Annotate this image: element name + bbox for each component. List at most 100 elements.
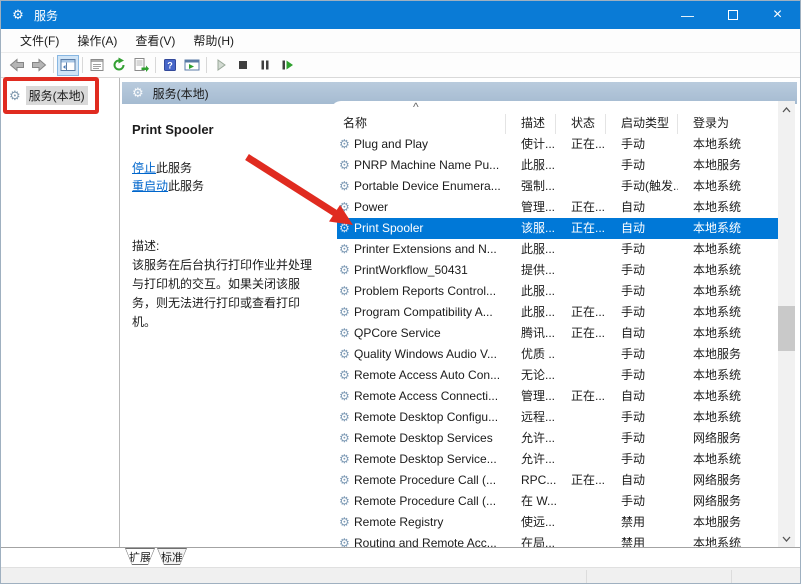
results-pane: ⚙ 服务(本地) Print Spooler 停止此服务 重启动此服务 描述: … (120, 78, 800, 547)
column-header-logon-as[interactable]: 登录为 (678, 114, 778, 134)
maximize-button[interactable] (710, 1, 755, 29)
tab-extended[interactable]: 扩展 (125, 548, 155, 565)
table-row[interactable]: ⚙Program Compatibility A... 此服... 正在... … (337, 302, 778, 323)
service-status: 正在... (556, 302, 606, 323)
minimize-button[interactable]: — (665, 1, 710, 29)
table-row[interactable]: ⚙Routing and Remote Acc... 在局... 禁用 本地系统 (337, 533, 778, 547)
service-logon-as: 网络服务 (678, 428, 778, 449)
table-row[interactable]: ⚙Remote Desktop Service... 允许... 手动 本地系统 (337, 449, 778, 470)
service-table-body: ⚙Plug and Play 使计... 正在... 手动 本地系统 ⚙PNRP… (331, 134, 778, 547)
service-name: Print Spooler (354, 218, 423, 239)
service-startup-type: 手动 (606, 239, 678, 260)
menu-action[interactable]: 操作(A) (68, 29, 126, 53)
table-row[interactable]: ⚙Print Spooler 该服... 正在... 自动 本地系统 (337, 218, 778, 239)
table-row[interactable]: ⚙PrintWorkflow_50431 提供... 手动 本地系统 (337, 260, 778, 281)
toolbar-start-service-button[interactable] (210, 55, 232, 76)
toolbar-forward-button[interactable] (28, 55, 50, 76)
service-description: 提供... (506, 260, 556, 281)
service-startup-type: 禁用 (606, 533, 678, 547)
toolbar-pause-service-button[interactable] (254, 55, 276, 76)
menu-view[interactable]: 查看(V) (126, 29, 184, 53)
service-logon-as: 本地系统 (678, 239, 778, 260)
service-logon-as: 本地系统 (678, 197, 778, 218)
table-row[interactable]: ⚙Remote Access Connecti... 管理... 正在... 自… (337, 386, 778, 407)
table-row[interactable]: ⚙Remote Desktop Services 允许... 手动 网络服务 (337, 428, 778, 449)
scroll-up-button[interactable] (778, 101, 795, 118)
service-name: Remote Registry (354, 512, 443, 533)
window-title: 服务 (34, 7, 58, 24)
view-tabs: 扩展 标准 (1, 547, 800, 564)
table-row[interactable]: ⚙Remote Procedure Call (... 在 W... 手动 网络… (337, 491, 778, 512)
column-header-startup-type[interactable]: 启动类型 (606, 114, 678, 134)
stop-service-suffix: 此服务 (156, 161, 192, 175)
close-button[interactable]: × (755, 1, 800, 29)
toolbar-properties-button[interactable] (86, 55, 108, 76)
service-name: PNRP Machine Name Pu... (354, 155, 499, 176)
table-row[interactable]: ⚙Quality Windows Audio V... 优质 ... 手动 本地… (337, 344, 778, 365)
menu-file[interactable]: 文件(F) (11, 29, 68, 53)
table-row[interactable]: ⚙Portable Device Enumera... 强制... 手动(触发.… (337, 176, 778, 197)
table-row[interactable]: ⚙Plug and Play 使计... 正在... 手动 本地系统 (337, 134, 778, 155)
status-bar (1, 567, 800, 584)
restart-service-link[interactable]: 重启动 (132, 179, 168, 193)
service-name: Problem Reports Control... (354, 281, 496, 302)
toolbar-export-list-button[interactable] (130, 55, 152, 76)
toolbar-show-extended-view-button[interactable] (181, 55, 203, 76)
table-row[interactable]: ⚙Remote Desktop Configu... 远程... 手动 本地系统 (337, 407, 778, 428)
svg-text:?: ? (167, 61, 173, 71)
table-row[interactable]: ⚙Remote Access Auto Con... 无论... 手动 本地系统 (337, 365, 778, 386)
description-text: 该服务在后台执行打印作业并处理与打印机的交互。如果关闭该服务，则无法进行打印或查… (132, 256, 314, 332)
service-logon-as: 本地系统 (678, 533, 778, 547)
service-logon-as: 本地系统 (678, 218, 778, 239)
table-row[interactable]: ⚙Printer Extensions and N... 此服... 手动 本地… (337, 239, 778, 260)
service-gear-icon: ⚙ (339, 365, 354, 386)
table-row[interactable]: ⚙QPCore Service 腾讯... 正在... 自动 本地系统 (337, 323, 778, 344)
table-row[interactable]: ⚙Remote Procedure Call (... RPC... 正在...… (337, 470, 778, 491)
service-name: PrintWorkflow_50431 (354, 260, 468, 281)
service-description: 强制... (506, 176, 556, 197)
service-gear-icon: ⚙ (339, 281, 354, 302)
column-header-name[interactable]: 名称 (331, 114, 506, 134)
tree-item-services-local[interactable]: ⚙ 服务(本地) (1, 84, 119, 107)
service-name: Remote Desktop Configu... (354, 407, 498, 428)
service-gear-icon: ⚙ (339, 449, 354, 470)
service-logon-as: 本地系统 (678, 449, 778, 470)
table-row[interactable]: ⚙Problem Reports Control... 此服... 手动 本地系… (337, 281, 778, 302)
table-header: ^ 名称 描述 状态 启动类型 登录为 (331, 101, 778, 134)
toolbar-restart-service-button[interactable] (276, 55, 298, 76)
scroll-down-button[interactable] (778, 530, 795, 547)
status-bar-divider (586, 570, 587, 584)
service-status (556, 449, 606, 470)
toolbar-show-console-tree-button[interactable] (57, 55, 79, 76)
restart-service-line: 重启动此服务 (132, 177, 318, 195)
services-window: ⚙ 服务 — × 文件(F) 操作(A) 查看(V) 帮助(H) (0, 0, 801, 584)
service-gear-icon: ⚙ (339, 407, 354, 428)
service-gear-icon: ⚙ (339, 155, 354, 176)
service-startup-type: 手动 (606, 260, 678, 281)
service-name: Portable Device Enumera... (354, 176, 501, 197)
toolbar-back-button[interactable] (6, 55, 28, 76)
toolbar-help-button[interactable]: ? (159, 55, 181, 76)
service-startup-type: 手动 (606, 302, 678, 323)
toolbar-stop-service-button[interactable] (232, 55, 254, 76)
chevron-down-icon (782, 536, 791, 542)
scrollbar-thumb[interactable] (778, 306, 795, 351)
service-status (556, 533, 606, 547)
column-header-description[interactable]: 描述 (506, 114, 556, 134)
table-row[interactable]: ⚙Remote Registry 使远... 禁用 本地服务 (337, 512, 778, 533)
stop-service-link[interactable]: 停止 (132, 161, 156, 175)
service-gear-icon: ⚙ (339, 176, 354, 197)
service-status (556, 344, 606, 365)
back-icon (9, 57, 25, 73)
tab-standard[interactable]: 标准 (157, 548, 187, 565)
column-header-status[interactable]: 状态 (556, 114, 606, 134)
menu-help[interactable]: 帮助(H) (184, 29, 243, 53)
service-description: 管理... (506, 386, 556, 407)
properties-icon (89, 57, 105, 73)
vertical-scrollbar[interactable] (778, 101, 795, 547)
toolbar-refresh-button[interactable] (108, 55, 130, 76)
service-logon-as: 本地服务 (678, 155, 778, 176)
table-row[interactable]: ⚙Power 管理... 正在... 自动 本地系统 (337, 197, 778, 218)
table-row[interactable]: ⚙PNRP Machine Name Pu... 此服... 手动 本地服务 (337, 155, 778, 176)
service-status (556, 491, 606, 512)
